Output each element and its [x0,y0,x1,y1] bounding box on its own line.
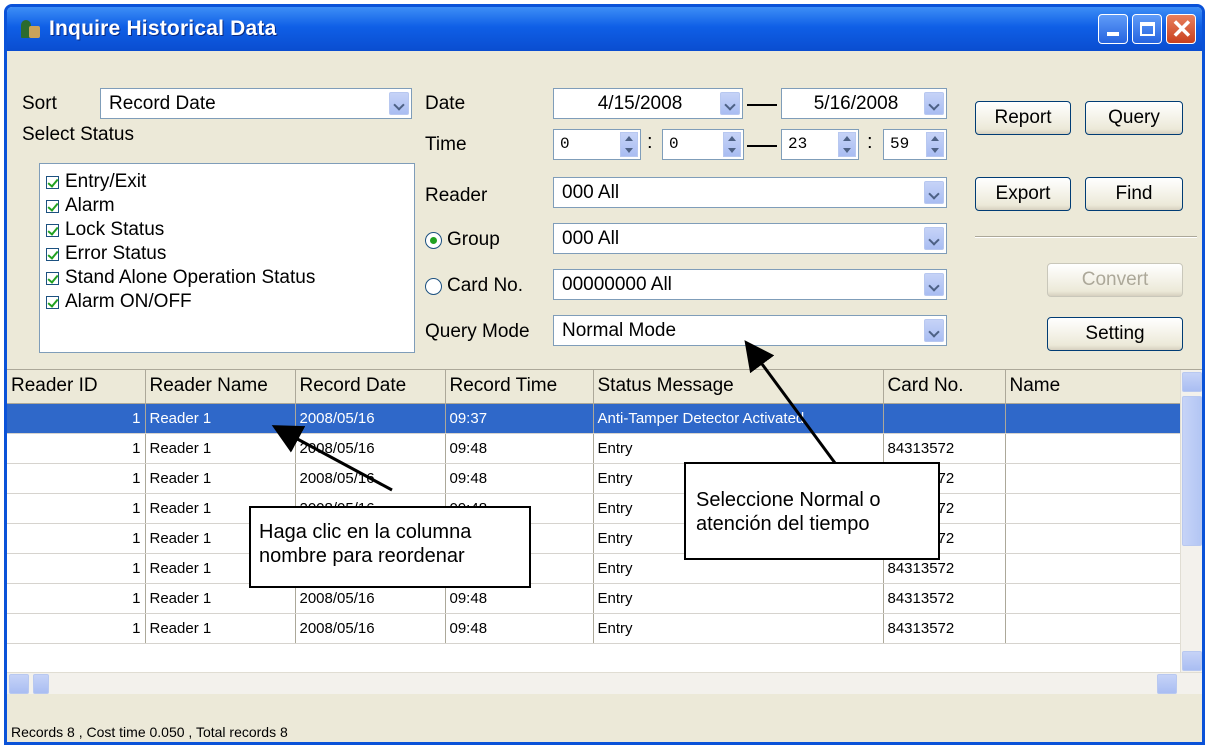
callout-reorder: Haga clic en la columna nombre para reor… [249,506,531,588]
callout-query-mode: Seleccione Normal o atención del tiempo [684,462,940,560]
annotation-arrows [271,340,837,492]
arrow-to-query-mode [744,340,837,464]
arrow-to-reader-name [271,425,393,492]
